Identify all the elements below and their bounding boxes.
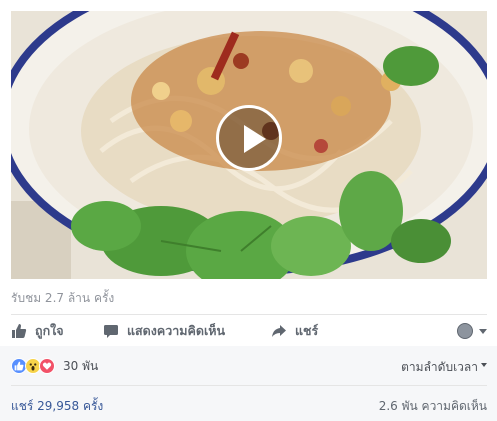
globe-icon	[457, 323, 473, 339]
thumbs-up-icon	[12, 324, 27, 338]
like-label: ถูกใจ	[35, 323, 64, 338]
facebook-video-post: รับชม 2.7 ล้าน ครั้ง ถูกใจ แสดงความคิดเห…	[0, 0, 497, 421]
play-icon	[244, 125, 266, 153]
chevron-down-icon	[481, 362, 487, 367]
share-label: แชร์	[295, 323, 319, 338]
sort-label: ตามลำดับเวลา	[401, 360, 478, 374]
post-footer: 30 พัน ตามลำดับเวลา แชร์ 29,958 ครั้ง 2.…	[0, 346, 497, 421]
love-icon	[39, 358, 55, 374]
comment-sort-dropdown[interactable]: ตามลำดับเวลา	[401, 358, 487, 377]
divider	[11, 314, 487, 315]
reaction-count: 30 พัน	[63, 358, 99, 373]
share-count-link[interactable]: แชร์ 29,958 ครั้ง	[11, 397, 103, 416]
comment-label: แสดงความคิดเห็น	[127, 323, 226, 338]
reactions-summary[interactable]: 30 พัน	[11, 356, 98, 376]
audience-menu-button[interactable]	[457, 317, 487, 345]
play-button[interactable]	[216, 105, 282, 171]
comment-icon	[104, 325, 118, 338]
comment-button[interactable]: แสดงความคิดเห็น	[103, 317, 225, 345]
action-bar: ถูกใจ แสดงความคิดเห็น แชร์	[11, 317, 487, 345]
chevron-down-icon	[479, 328, 487, 334]
video-player[interactable]	[11, 11, 487, 279]
divider	[11, 385, 487, 386]
share-button[interactable]: แชร์	[271, 317, 318, 345]
share-arrow-icon	[272, 325, 286, 337]
view-count: รับชม 2.7 ล้าน ครั้ง	[11, 291, 115, 305]
comment-count-link[interactable]: 2.6 พัน ความคิดเห็น	[379, 397, 487, 416]
like-button[interactable]: ถูกใจ	[11, 317, 64, 345]
